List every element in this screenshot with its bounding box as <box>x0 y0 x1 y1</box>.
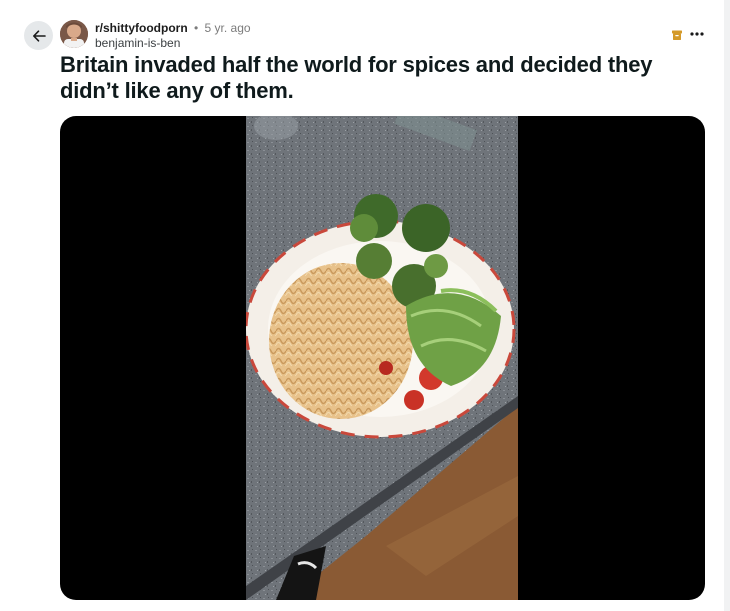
meta-separator: • <box>194 21 199 35</box>
food-photo <box>246 116 518 600</box>
more-options-icon <box>690 32 704 36</box>
archive-icon <box>672 30 682 40</box>
post-media[interactable] <box>60 116 705 600</box>
subreddit-link[interactable]: r/shittyfoodporn <box>95 21 188 35</box>
post-age: 5 yr. ago <box>204 21 251 35</box>
author-link[interactable]: benjamin-is-ben <box>95 36 251 50</box>
post-page: r/shittyfoodporn • 5 yr. ago benjamin-is… <box>0 0 730 611</box>
post-meta: r/shittyfoodporn • 5 yr. ago benjamin-is… <box>95 21 251 50</box>
subreddit-avatar[interactable] <box>60 20 88 48</box>
back-arrow-icon <box>32 29 46 42</box>
page-scroll-edge <box>724 0 730 611</box>
more-options-button[interactable] <box>689 25 705 43</box>
back-button[interactable] <box>24 21 53 50</box>
post-title[interactable]: Britain invaded half the world for spice… <box>60 52 710 104</box>
